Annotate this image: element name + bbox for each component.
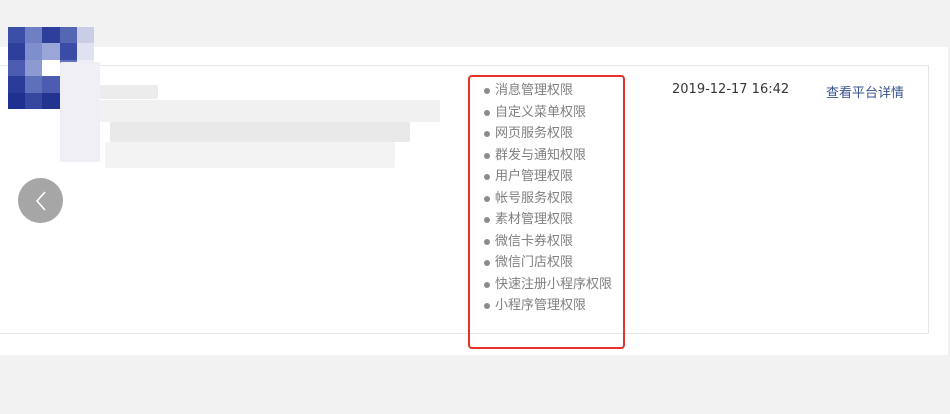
authorized-time: 2019-12-17 16:42 — [672, 82, 790, 97]
obscured-platform-description — [105, 142, 395, 168]
previous-button[interactable] — [18, 178, 63, 223]
chevron-left-icon — [35, 190, 46, 211]
obscured-platform-name — [100, 85, 158, 99]
obscured-platform-description — [110, 122, 410, 142]
obscured-platform-description — [100, 100, 440, 122]
annotation-highlight-box — [468, 75, 625, 349]
view-platform-details-link[interactable]: 查看平台详情 — [826, 82, 904, 101]
obscured-platform-description — [60, 62, 100, 162]
